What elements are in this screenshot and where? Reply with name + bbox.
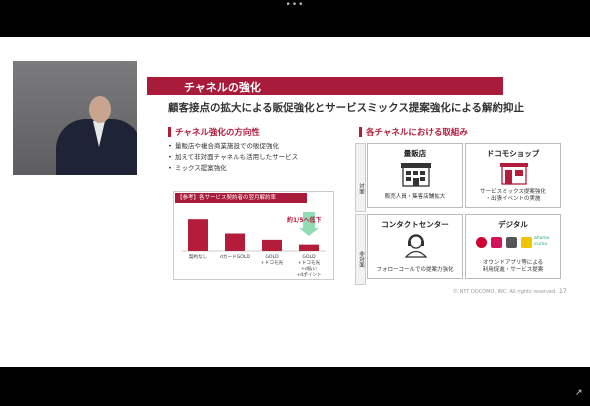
channel-desc: オウンドアプリ等による: [482, 260, 544, 266]
chart-category-label: +ドコモ光: [298, 259, 321, 266]
channel-desc: フォローコールでの提案力強化: [376, 267, 454, 273]
channel-title: 量販店: [403, 149, 427, 158]
channel-title: デジタル: [498, 220, 528, 229]
chart-bar: [299, 244, 319, 251]
d-card-app-icon: [506, 237, 517, 248]
channel-cell-mass-retailer: 量販店 販売人員・集客店舗拡大: [367, 143, 463, 208]
speaker-head: [89, 96, 111, 123]
chart-category-label: GOLD: [265, 254, 279, 260]
chart-category-label: +ドコモ光: [261, 259, 284, 266]
slide-title: チャネルの強化: [184, 81, 261, 94]
ahamo-irumo-logo: ahamo irumo: [534, 236, 550, 247]
chart-bar: [262, 239, 282, 251]
row-label-column: 対面 非対面: [355, 143, 366, 285]
copyright-footer: © NTT DOCOMO, INC. All rights reserved.: [453, 289, 557, 295]
channel-cell-digital: デジタル ahamo irumo オウンドアプリ等による 利用促進・サービス提案: [465, 214, 561, 279]
speaker-video: [13, 61, 137, 175]
bullet-item: 量販店や複合商業施設での販促強化: [168, 141, 338, 152]
chart-category-label: GOLD: [302, 254, 316, 260]
chart-category-label: dカードGOLD: [220, 254, 250, 260]
churn-rate-chart: 【参考】各サービス契約者の翌月解約率 契約なし dカードGOLD GOLD +ドコモ光…: [173, 191, 334, 280]
bullet-item: 加えて非対面チャネルも活用したサービス: [168, 152, 338, 163]
app-icons-row: ahamo irumo: [476, 235, 552, 251]
channel-desc: ・出張イベントの実施: [485, 196, 541, 202]
right-section-heading: 各チャネルにおける取組み: [359, 127, 468, 138]
d-point-app-icon: [476, 237, 487, 248]
window-menu-dots[interactable]: •••: [285, 1, 305, 10]
d-barai-app-icon: [491, 237, 502, 248]
slide-title-bar: チャネルの強化: [147, 77, 503, 95]
channel-desc: 利用促進・サービス提案: [482, 267, 544, 273]
channel-cell-contact-center: コンタクトセンター フォローコールでの提案力強化: [367, 214, 463, 279]
left-bullet-list: 量販店や複合商業施設での販促強化 加えて非対面チャネルも活用したサービス ミック…: [168, 141, 338, 174]
row-label-face-to-face: 対面: [355, 143, 366, 212]
left-section-heading: チャネル強化の方向性: [168, 127, 260, 138]
channel-title: ドコモショップ: [486, 149, 540, 158]
channel-title: コンタクトセンター: [381, 220, 449, 229]
chart-annotation: 約1/5へ低下: [287, 216, 322, 224]
chart-down-arrow: [299, 212, 319, 236]
store-building-icon: [401, 163, 431, 187]
presentation-slide: チャネルの強化 顧客接点の拡大による販促強化とサービスミックス提案強化による解約…: [0, 37, 590, 367]
chart-bar: [225, 233, 245, 251]
chart-bar: [188, 219, 208, 251]
headset-operator-icon: [404, 234, 428, 258]
slide-headline: 顧客接点の拡大による販促強化とサービスミックス提案強化による解約抑止: [168, 102, 525, 114]
my-docomo-app-icon: [521, 237, 532, 248]
docomo-shop-icon: [500, 163, 528, 185]
channel-desc: サービスミックス提案強化: [480, 189, 546, 195]
bullet-item-continued: ミックス提案強化: [168, 163, 338, 174]
channel-desc: 販売人員・集客店舗拡大: [384, 194, 446, 200]
chart-category-label: 契約なし: [189, 253, 208, 260]
expand-corner-icon[interactable]: ↗: [575, 388, 585, 398]
page-number: 17: [559, 288, 567, 295]
chart-category-label: +d払い: [301, 265, 317, 272]
chart-svg: 契約なし dカードGOLD GOLD+ドコモ光GOLD+ドコモ光+d払い+dポイント…: [182, 212, 326, 278]
chart-category-label: +dポイント: [296, 271, 321, 278]
channel-cell-docomo-shop: ドコモショップ サービスミックス提案強化 ・出張イベントの実施: [465, 143, 561, 208]
row-label-non-face-to-face: 非対面: [355, 214, 366, 285]
